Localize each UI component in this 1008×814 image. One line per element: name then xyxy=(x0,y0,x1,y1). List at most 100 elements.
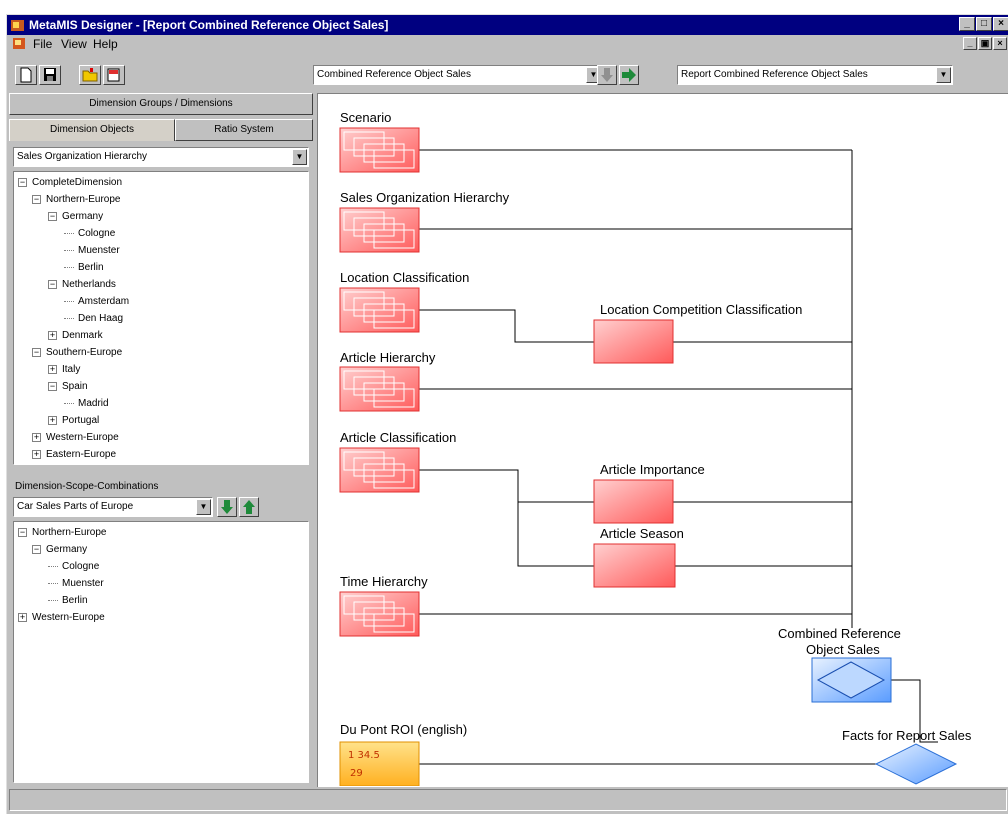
collapse-icon[interactable]: − xyxy=(32,348,41,357)
scope-label: Dimension-Scope-Combinations xyxy=(15,481,159,492)
expand-icon[interactable]: + xyxy=(32,450,41,459)
hierarchy-select-arrow[interactable]: ▼ xyxy=(292,149,307,165)
dimension-node-article-hierarchy[interactable] xyxy=(339,366,420,412)
label-location-comp: Location Competition Classification xyxy=(600,302,803,317)
close-button[interactable]: × xyxy=(993,17,1008,31)
scope-select-value: Car Sales Parts of Europe xyxy=(17,501,134,512)
scope-select-arrow[interactable]: ▼ xyxy=(196,499,211,515)
collapse-icon[interactable]: − xyxy=(32,195,41,204)
tree-item[interactable]: Spain xyxy=(62,378,88,395)
expand-icon[interactable]: + xyxy=(18,613,27,622)
doc-restore-button[interactable]: ▣ xyxy=(978,37,992,50)
expand-icon[interactable]: + xyxy=(48,331,57,340)
doc-close-button[interactable]: × xyxy=(993,37,1007,50)
tree-connector xyxy=(64,233,74,242)
arrow-down-icon xyxy=(601,68,613,82)
scope-select[interactable]: Car Sales Parts of Europe ▼ xyxy=(13,497,213,517)
tree-item[interactable]: Netherlands xyxy=(62,276,116,293)
expand-icon[interactable]: + xyxy=(32,433,41,442)
dimension-node-scenario[interactable] xyxy=(339,127,420,173)
attribute-node-article-season[interactable] xyxy=(593,543,676,588)
scope-up-button[interactable] xyxy=(239,497,259,517)
label-article-season: Article Season xyxy=(600,526,684,541)
tree-item[interactable]: Portugal xyxy=(62,412,99,429)
report-icon xyxy=(107,68,120,82)
tree-item[interactable]: Germany xyxy=(46,541,87,558)
label-combined-ref-2: Object Sales xyxy=(806,642,880,657)
tree-item[interactable]: Madrid xyxy=(78,395,109,412)
tree-connector xyxy=(64,250,74,259)
save-button[interactable] xyxy=(39,65,61,85)
tree-item[interactable]: Northern-Europe xyxy=(46,191,120,208)
attribute-node-location-comp[interactable] xyxy=(593,319,674,364)
combined-reference-node[interactable] xyxy=(811,657,892,703)
new-button[interactable] xyxy=(15,65,37,85)
dimension-tree[interactable]: CompleteDimension − Northern-Europe − German… xyxy=(13,171,309,465)
facts-node[interactable] xyxy=(874,743,958,785)
report-button[interactable] xyxy=(103,65,125,85)
menu-file[interactable]: File xyxy=(33,35,52,53)
collapse-icon[interactable]: − xyxy=(32,545,41,554)
expand-icon[interactable]: + xyxy=(48,416,57,425)
minimize-button[interactable]: _ xyxy=(959,17,975,31)
doc-minimize-button[interactable]: _ xyxy=(963,37,977,50)
scope-down-button[interactable] xyxy=(217,497,237,517)
collapse-icon[interactable]: − xyxy=(48,382,57,391)
dimension-node-sales-org[interactable] xyxy=(339,207,420,253)
label-sales-org: Sales Organization Hierarchy xyxy=(340,190,510,205)
open-button[interactable] xyxy=(79,65,101,85)
tree-item[interactable]: Den Haag xyxy=(78,310,123,327)
scope-tree[interactable]: Northern-Europe − Germany − Cologne Muenster B… xyxy=(13,521,309,783)
go-button[interactable] xyxy=(619,65,639,85)
dimension-groups-button[interactable]: Dimension Groups / Dimensions xyxy=(9,93,313,115)
report-combo-arrow[interactable]: ▼ xyxy=(936,67,951,83)
tree-item[interactable]: Berlin xyxy=(78,259,104,276)
object-combo[interactable]: Combined Reference Object Sales ▼ xyxy=(313,65,603,85)
tree-item[interactable]: Southern-Europe xyxy=(46,344,122,361)
tree-item[interactable]: Italy xyxy=(62,361,80,378)
diagram-canvas: 1 34.5 29 Scenario Sales Organization Hi… xyxy=(317,93,1008,787)
menu-help[interactable]: Help xyxy=(93,35,118,53)
tab-ratio-system[interactable]: Ratio System xyxy=(175,119,313,141)
dupont-icon-figure-a: 1 34.5 xyxy=(348,750,380,761)
collapse-icon[interactable]: − xyxy=(18,178,27,187)
menu-view[interactable]: View xyxy=(61,35,87,53)
expand-icon[interactable]: + xyxy=(48,365,57,374)
window-title: MetaMIS Designer - [Report Combined Refe… xyxy=(29,18,389,32)
tree-item[interactable]: Western-Europe xyxy=(46,429,119,446)
dimension-node-article-class[interactable] xyxy=(339,447,420,493)
tree-connector xyxy=(48,566,58,575)
tree-item[interactable]: Amsterdam xyxy=(78,293,129,310)
hierarchy-select[interactable]: Sales Organization Hierarchy ▼ xyxy=(13,147,309,167)
attribute-node-article-importance[interactable] xyxy=(593,479,674,524)
maximize-button[interactable]: □ xyxy=(976,17,992,31)
menu-bar: File View Help _ ▣ × xyxy=(7,35,1008,53)
collapse-icon[interactable]: − xyxy=(18,528,27,537)
object-combo-value: Combined Reference Object Sales xyxy=(317,69,471,80)
dimension-node-location-class[interactable] xyxy=(339,287,420,333)
tree-connector xyxy=(48,600,58,609)
tree-item[interactable]: Cologne xyxy=(62,558,99,575)
open-folder-icon xyxy=(82,68,98,82)
tree-connector xyxy=(64,267,74,276)
tree-item[interactable]: Muenster xyxy=(78,242,120,259)
tree-item[interactable]: Germany xyxy=(62,208,103,225)
dupont-ratio-node[interactable]: 1 34.5 29 xyxy=(339,741,420,786)
tree-item[interactable]: Western-Europe xyxy=(32,609,105,626)
report-combo[interactable]: Report Combined Reference Object Sales ▼ xyxy=(677,65,953,85)
collapse-icon[interactable]: − xyxy=(48,280,57,289)
tree-item[interactable]: Berlin xyxy=(62,592,88,609)
tree-item[interactable]: Northern-Europe xyxy=(32,524,106,541)
tree-connector xyxy=(64,403,74,412)
collapse-icon[interactable]: − xyxy=(48,212,57,221)
tree-item[interactable]: CompleteDimension xyxy=(32,174,122,191)
report-combo-value: Report Combined Reference Object Sales xyxy=(681,69,868,80)
tab-dimension-objects[interactable]: Dimension Objects xyxy=(9,119,175,141)
dupont-icon-figure-b: 29 xyxy=(350,768,363,779)
tree-item[interactable]: Muenster xyxy=(62,575,104,592)
dimension-node-time-hierarchy[interactable] xyxy=(339,591,420,637)
tree-item[interactable]: Eastern-Europe xyxy=(46,446,116,463)
move-down-button[interactable] xyxy=(597,65,617,85)
tree-item[interactable]: Denmark xyxy=(62,327,103,344)
tree-item[interactable]: Cologne xyxy=(78,225,115,242)
